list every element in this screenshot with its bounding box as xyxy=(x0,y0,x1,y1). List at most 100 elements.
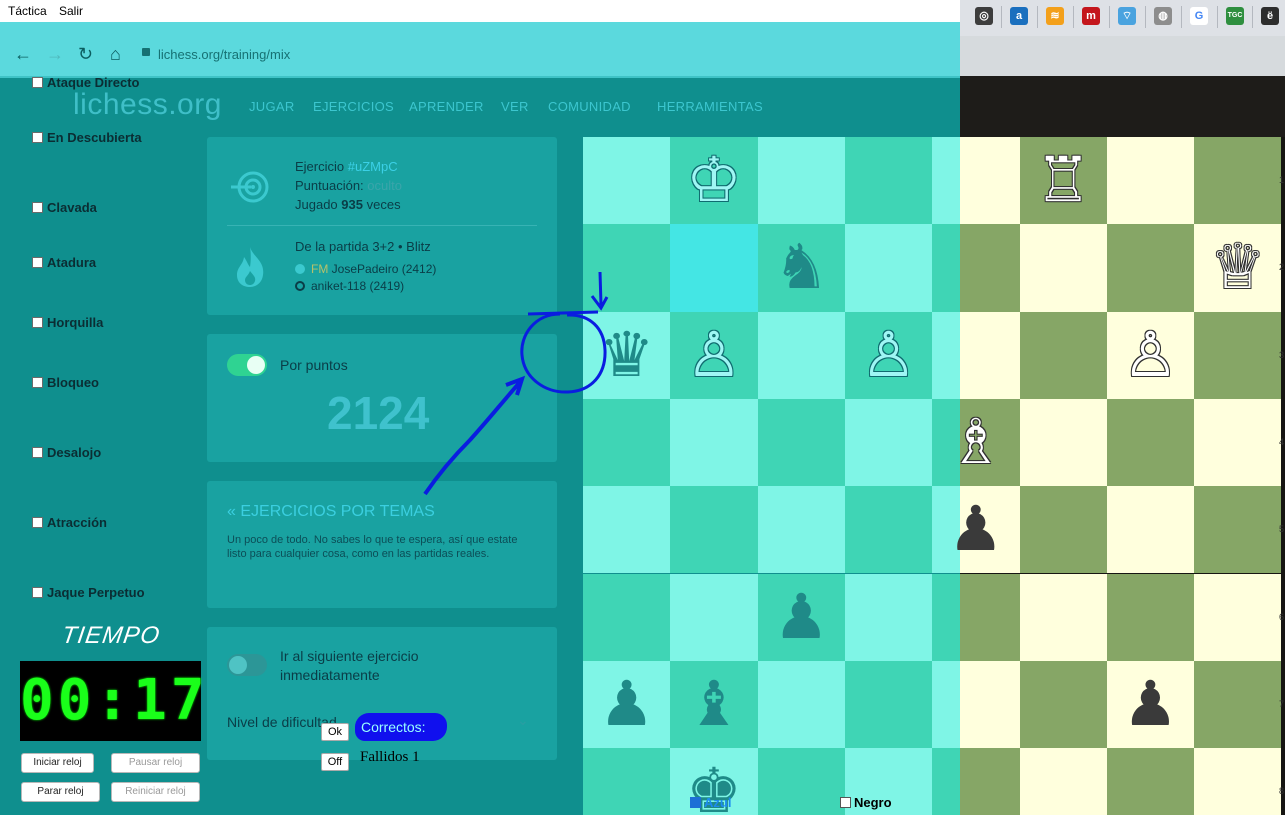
checkbox[interactable] xyxy=(32,317,43,328)
board-square[interactable] xyxy=(844,224,933,312)
board-square[interactable] xyxy=(844,398,933,487)
topic-bloqueo[interactable]: Bloqueo xyxy=(32,375,99,390)
board-square[interactable] xyxy=(1019,748,1107,815)
board-square[interactable] xyxy=(670,486,758,574)
board-square[interactable] xyxy=(1194,486,1282,574)
a-bookmark[interactable]: a xyxy=(1010,7,1028,25)
white-pawn[interactable]: ♙ xyxy=(1107,312,1194,399)
puzzle-id-link[interactable]: #uZMpC xyxy=(348,159,398,174)
checkbox[interactable] xyxy=(32,202,43,213)
board-square[interactable] xyxy=(1106,398,1195,487)
board-square[interactable] xyxy=(670,573,758,661)
chevron-down-icon[interactable]: ⌄ xyxy=(517,712,529,729)
reset-clock-button[interactable]: Reiniciar reloj xyxy=(111,782,200,802)
chess-board[interactable]: ♔ ♖ ♞ ♕ ♛ ♙ ♙ ♙ ♗ ♟ ♟ ♟ ♝ ♟ ♚ xyxy=(583,137,1285,815)
board-square[interactable] xyxy=(1106,137,1195,225)
white-pawn[interactable]: ♙ xyxy=(845,312,932,399)
topic-horquilla[interactable]: Horquilla xyxy=(32,315,103,330)
black-pawn[interactable]: ♟ xyxy=(932,486,1019,573)
nav-jugar[interactable]: JUGAR xyxy=(249,99,295,114)
checkbox[interactable] xyxy=(32,257,43,268)
topic-atadura[interactable]: Atadura xyxy=(32,255,96,270)
black-knight[interactable]: ♞ xyxy=(758,224,845,311)
board-square[interactable] xyxy=(1106,748,1195,815)
white-bishop[interactable]: ♗ xyxy=(932,399,1019,486)
openai-bookmark[interactable]: ◎ xyxy=(975,7,993,25)
menu-salir[interactable]: Salir xyxy=(59,4,83,18)
home-icon[interactable]: ⌂ xyxy=(110,44,121,65)
google-bookmark[interactable]: G xyxy=(1190,7,1208,25)
forward-arrow-icon[interactable]: → xyxy=(46,44,64,65)
checkbox[interactable] xyxy=(32,377,43,388)
start-clock-button[interactable]: Iniciar reloj xyxy=(21,753,94,773)
menu-tactica[interactable]: Táctica xyxy=(8,4,47,18)
checkbox[interactable] xyxy=(840,797,851,808)
globe-bookmark[interactable]: ◍ xyxy=(1154,7,1172,25)
checkbox-checked[interactable] xyxy=(690,797,701,808)
stack-bookmark[interactable]: ≋ xyxy=(1046,7,1064,25)
black-player[interactable]: aniket-118 (2419) xyxy=(311,279,404,293)
board-square[interactable] xyxy=(757,748,845,815)
black-pawn[interactable]: ♟ xyxy=(1107,661,1194,748)
checkbox[interactable] xyxy=(32,77,43,88)
black-pawn[interactable]: ♟ xyxy=(758,574,845,661)
red-bookmark[interactable]: m xyxy=(1082,7,1100,25)
board-square[interactable] xyxy=(583,398,671,487)
stop-clock-button[interactable]: Parar reloj xyxy=(21,782,100,802)
lichess-logo[interactable]: lichess.org xyxy=(73,88,222,122)
board-square[interactable] xyxy=(583,224,671,312)
white-pawn[interactable]: ♙ xyxy=(670,312,757,399)
nav-ver[interactable]: VER xyxy=(501,99,529,114)
board-square[interactable] xyxy=(670,224,758,312)
board-square[interactable] xyxy=(1194,311,1282,399)
board-square[interactable] xyxy=(757,311,845,399)
board-square[interactable] xyxy=(1194,398,1282,487)
themes-link[interactable]: « EJERCICIOS POR TEMAS xyxy=(227,503,435,521)
board-square[interactable] xyxy=(583,486,671,574)
board-square[interactable] xyxy=(844,137,933,225)
board-square[interactable] xyxy=(844,486,933,574)
checkbox[interactable] xyxy=(32,517,43,528)
black-queen[interactable]: ♛ xyxy=(583,312,670,399)
white-king[interactable]: ♔ xyxy=(670,137,757,224)
board-square[interactable] xyxy=(757,660,845,749)
topic-en-descubierta[interactable]: En Descubierta xyxy=(32,130,142,145)
board-square[interactable] xyxy=(1106,486,1195,574)
white-player[interactable]: JosePadeiro (2412) xyxy=(332,262,437,276)
board-square[interactable] xyxy=(1194,573,1282,661)
back-arrow-icon[interactable]: ← xyxy=(14,44,32,65)
topic-ataque-directo[interactable]: Ataque Directo xyxy=(32,75,139,90)
tgc-bookmark[interactable]: TGC xyxy=(1226,7,1244,25)
board-square[interactable] xyxy=(1106,573,1195,661)
board-square[interactable] xyxy=(757,486,845,574)
board-square[interactable] xyxy=(670,398,758,487)
board-square[interactable] xyxy=(1194,748,1282,815)
off-button[interactable]: Off xyxy=(321,753,349,771)
url-text[interactable]: lichess.org/training/mix xyxy=(158,47,290,62)
checkbox[interactable] xyxy=(32,587,43,598)
game-info[interactable]: De la partida 3+2 • Blitz xyxy=(295,239,431,254)
pause-clock-button[interactable]: Pausar reloj xyxy=(111,753,200,773)
board-square[interactable] xyxy=(1019,573,1107,661)
board-square[interactable] xyxy=(583,573,671,661)
nav-comunidad[interactable]: COMUNIDAD xyxy=(548,99,631,114)
wifi-bookmark[interactable]: ⌔ xyxy=(1118,7,1136,25)
blue-choice[interactable]: Azul xyxy=(690,795,731,810)
board-square[interactable] xyxy=(1106,224,1195,312)
white-rook[interactable]: ♖ xyxy=(1020,137,1107,224)
auto-next-toggle[interactable] xyxy=(227,654,267,676)
board-square[interactable] xyxy=(1019,224,1107,312)
e-bookmark[interactable]: ë xyxy=(1261,7,1279,25)
board-square[interactable] xyxy=(1019,660,1107,749)
reload-icon[interactable]: ↻ xyxy=(78,44,93,65)
nav-ejercicios[interactable]: EJERCICIOS xyxy=(313,99,394,114)
checkbox[interactable] xyxy=(32,447,43,458)
black-choice[interactable]: Negro xyxy=(840,795,892,810)
board-square[interactable] xyxy=(757,137,845,225)
ok-button[interactable]: Ok xyxy=(321,723,349,741)
board-square[interactable] xyxy=(844,573,933,661)
board-square[interactable] xyxy=(757,398,845,487)
rated-toggle[interactable] xyxy=(227,354,267,376)
board-square[interactable] xyxy=(844,660,933,749)
checkbox[interactable] xyxy=(32,132,43,143)
